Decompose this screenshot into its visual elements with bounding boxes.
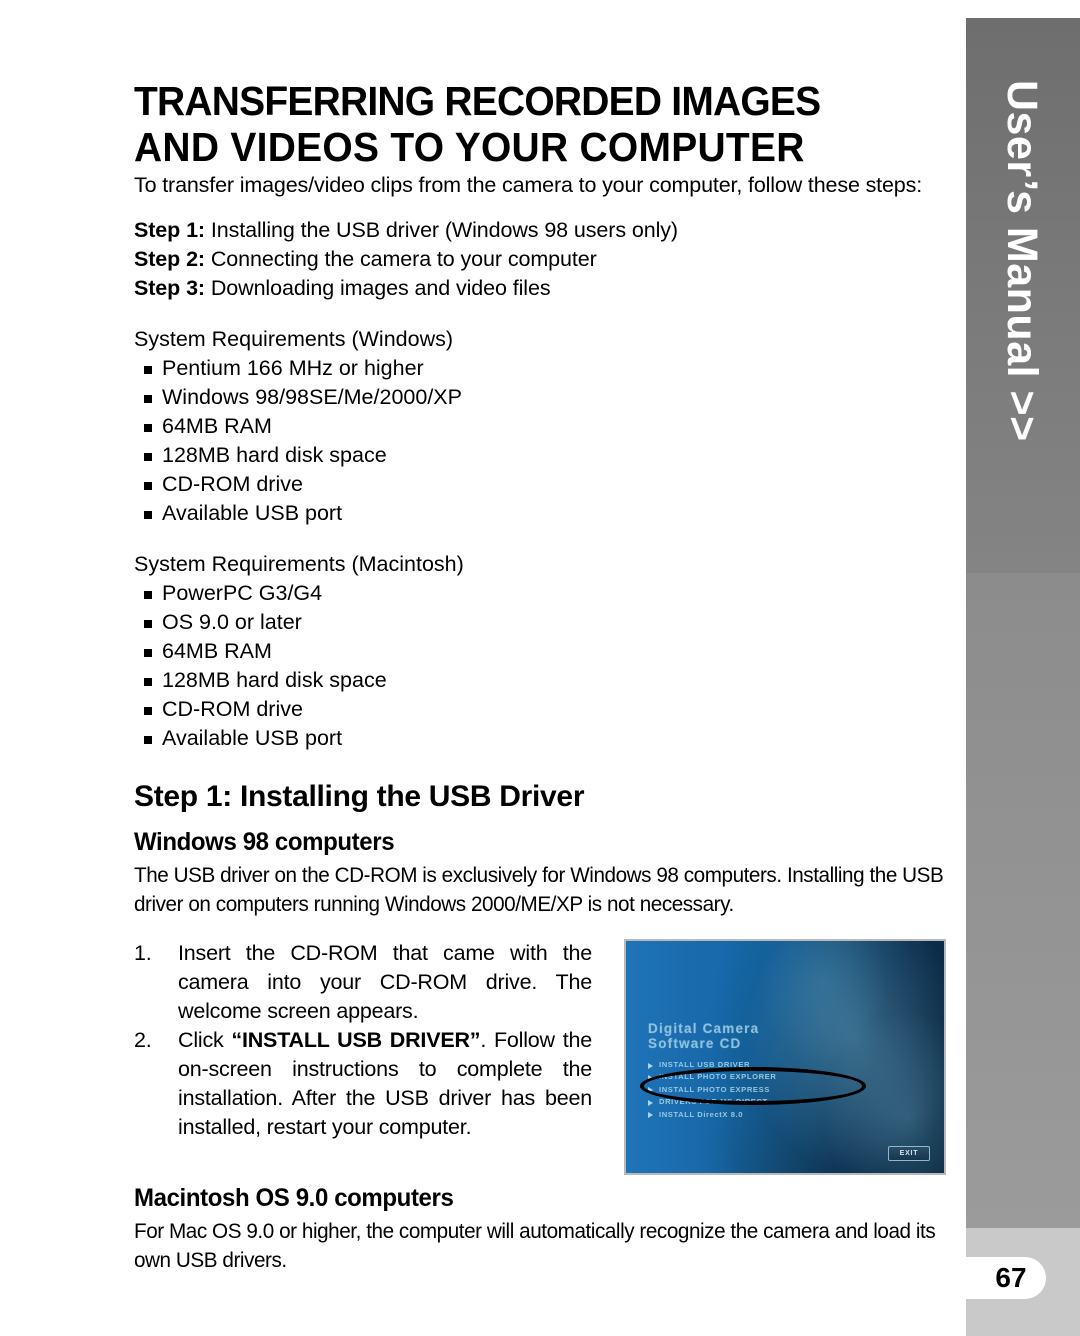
subheading-macintosh: Macintosh OS 9.0 computers: [134, 1184, 454, 1212]
step-text: Installing the USB driver (Windows 98 us…: [204, 218, 678, 242]
square-bullet-icon: [144, 453, 152, 461]
instructions-and-screenshot: 1. Insert the CD-ROM that came with the c…: [134, 939, 952, 1175]
list-item: PowerPC G3/G4: [134, 579, 952, 608]
list-item: OS 9.0 or later: [134, 608, 952, 637]
page-content: TRANSFERRING RECORDED IMAGES AND VIDEOS …: [134, 78, 952, 1275]
square-bullet-icon: [144, 649, 152, 657]
cd-screen-title-line-1: Digital Camera: [648, 1021, 760, 1036]
steps-overview-list: Step 1: Installing the USB driver (Windo…: [134, 216, 952, 303]
windows98-paragraph: The USB driver on the CD-ROM is exclusiv…: [134, 864, 944, 916]
section-heading-step1: Step 1: Installing the USB Driver: [134, 780, 585, 813]
cd-exit-button: EXIT: [888, 1146, 930, 1161]
list-item-number: 1.: [134, 941, 152, 965]
cd-menu-item-install-directx: INSTALL DirectX 8.0: [648, 1109, 878, 1121]
cd-welcome-screenshot: Digital Camera Software CD INSTALL USB D…: [624, 939, 946, 1175]
list-item-label: 128MB hard disk space: [162, 668, 387, 692]
step-overview-item: Step 2: Connecting the camera to your co…: [134, 245, 952, 274]
page-title: TRANSFERRING RECORDED IMAGES AND VIDEOS …: [134, 78, 953, 170]
list-item-label: 128MB hard disk space: [162, 443, 387, 467]
cd-screen-title: Digital Camera Software CD: [648, 1021, 759, 1051]
step-label: Step 2:: [134, 247, 205, 271]
list-item: Pentium 166 MHz or higher: [134, 354, 952, 383]
macintosh-section: Macintosh OS 9.0 computers For Mac OS 9.…: [134, 1183, 952, 1275]
list-item: 128MB hard disk space: [134, 666, 952, 695]
list-item: 1. Insert the CD-ROM that came with the c…: [134, 939, 592, 1026]
square-bullet-icon: [144, 366, 152, 374]
arrow-right-icon: [648, 1062, 653, 1069]
step-overview-item: Step 1: Installing the USB driver (Windo…: [134, 216, 952, 245]
square-bullet-icon: [144, 424, 152, 432]
list-item: CD-ROM drive: [134, 695, 952, 724]
square-bullet-icon: [144, 678, 152, 686]
requirements-windows-list: Pentium 166 MHz or higher Windows 98/98S…: [134, 354, 952, 528]
macintosh-paragraph: For Mac OS 9.0 or higher, the computer w…: [134, 1220, 936, 1272]
step-overview-item: Step 3: Downloading images and video fil…: [134, 274, 952, 303]
list-item-label: Insert the CD-ROM that came with the cam…: [178, 941, 592, 1023]
step-text: Downloading images and video files: [204, 276, 551, 300]
step-label: Step 3:: [134, 276, 205, 300]
list-item: 64MB RAM: [134, 637, 952, 666]
cd-screen-background: [626, 941, 944, 1173]
annotation-ellipse: [640, 1067, 866, 1105]
list-item: Windows 98/98SE/Me/2000/XP: [134, 383, 952, 412]
page-title-line-2: AND VIDEOS TO YOUR COMPUTER: [134, 124, 805, 170]
manual-page: User’s Manual >> 67 TRANSFERRING RECORDE…: [0, 0, 1080, 1336]
intro-paragraph: To transfer images/video clips from the …: [134, 173, 923, 197]
list-item: CD-ROM drive: [134, 470, 952, 499]
install-usb-driver-emphasis: “INSTALL USB DRIVER”: [231, 1028, 481, 1052]
page-title-line-1: TRANSFERRING RECORDED IMAGES: [134, 78, 821, 124]
system-requirements-windows: System Requirements (Windows) Pentium 16…: [134, 325, 952, 528]
list-item: 2. Click “INSTALL USB DRIVER”. Follow the…: [134, 1026, 592, 1142]
requirements-macintosh-title: System Requirements (Macintosh): [134, 552, 464, 576]
page-number: 67: [995, 1262, 1027, 1293]
list-item-label: CD-ROM drive: [162, 472, 303, 496]
square-bullet-icon: [144, 591, 152, 599]
list-item-label: 64MB RAM: [162, 639, 272, 663]
list-item-label: PowerPC G3/G4: [162, 581, 323, 605]
square-bullet-icon: [144, 620, 152, 628]
square-bullet-icon: [144, 736, 152, 744]
list-item: Available USB port: [134, 499, 952, 528]
list-item-label: 64MB RAM: [162, 414, 272, 438]
requirements-windows-title: System Requirements (Windows): [134, 327, 454, 351]
list-item: 64MB RAM: [134, 412, 952, 441]
step-label: Step 1:: [134, 218, 205, 242]
cd-screen-title-line-2: Software CD: [648, 1036, 742, 1051]
list-item-number: 2.: [134, 1028, 152, 1052]
requirements-macintosh-list: PowerPC G3/G4 OS 9.0 or later 64MB RAM 1…: [134, 579, 952, 753]
list-item-label: Available USB port: [162, 501, 343, 525]
list-item-label: Click: [178, 1028, 232, 1052]
cd-menu-label: INSTALL DirectX 8.0: [659, 1109, 744, 1119]
arrow-right-icon: [648, 1099, 653, 1106]
list-item-label: Windows 98/98SE/Me/2000/XP: [162, 385, 462, 409]
square-bullet-icon: [144, 395, 152, 403]
side-tab-lower: [966, 573, 1080, 1228]
subheading-windows98: Windows 98 computers: [134, 828, 395, 856]
list-item-label: CD-ROM drive: [162, 697, 303, 721]
square-bullet-icon: [144, 511, 152, 519]
square-bullet-icon: [144, 482, 152, 490]
page-number-badge: 67: [962, 1257, 1046, 1299]
list-item: Available USB port: [134, 724, 952, 753]
step-text: Connecting the camera to your computer: [204, 247, 597, 271]
list-item: 128MB hard disk space: [134, 441, 952, 470]
square-bullet-icon: [144, 707, 152, 715]
list-item-label: Available USB port: [162, 726, 343, 750]
arrow-right-icon: [648, 1112, 653, 1119]
side-tab-upper: [966, 18, 1080, 573]
system-requirements-macintosh: System Requirements (Macintosh) PowerPC …: [134, 550, 952, 753]
list-item-label: Pentium 166 MHz or higher: [162, 356, 424, 380]
list-item-label: OS 9.0 or later: [162, 610, 302, 634]
install-steps-list: 1. Insert the CD-ROM that came with the c…: [134, 939, 592, 1142]
